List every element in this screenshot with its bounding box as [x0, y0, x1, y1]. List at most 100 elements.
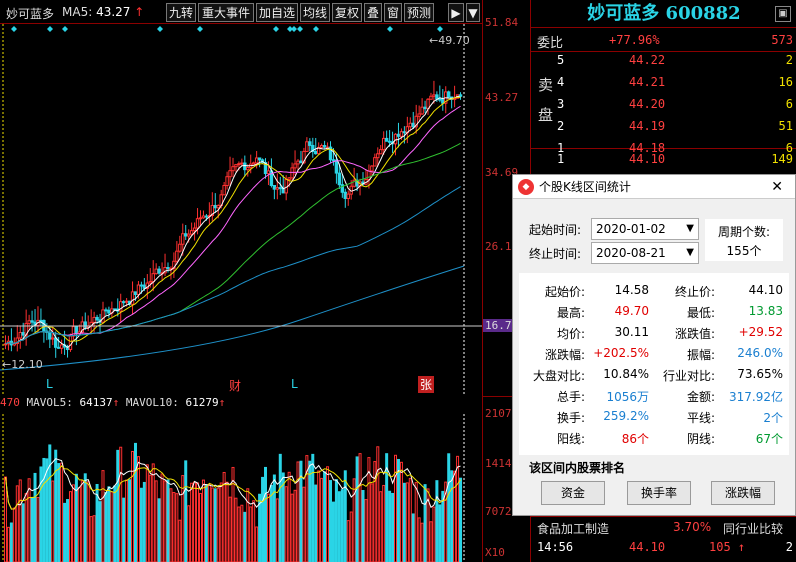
- moving-average-button[interactable]: 均线: [300, 3, 330, 22]
- candle-body: [251, 162, 256, 165]
- tick-count: 2: [785, 540, 793, 554]
- panel-toggle-icon[interactable]: ▣: [775, 6, 791, 22]
- volume-bar: [98, 501, 102, 562]
- volume-bar: [48, 444, 52, 562]
- window-button[interactable]: 窗: [384, 3, 402, 22]
- candle-body: [228, 170, 232, 178]
- rank-change-button[interactable]: 涨跌幅: [711, 481, 775, 505]
- candle-body: [296, 160, 300, 165]
- volume-bar: [261, 476, 265, 562]
- volume-bar: [272, 474, 276, 562]
- candle-body: [30, 320, 34, 323]
- candlestick-chart[interactable]: [0, 24, 482, 396]
- volume-bar: [337, 491, 341, 562]
- volume-bar: [54, 449, 58, 562]
- jiuzhuan-button[interactable]: 九转: [166, 3, 196, 22]
- forecast-button[interactable]: 预测: [404, 3, 434, 22]
- volume-bar: [101, 470, 105, 562]
- quote-title: 妙可蓝多 600882: [531, 0, 796, 28]
- candle-body: [343, 191, 347, 199]
- volume-bar: [355, 456, 359, 562]
- stat-value: 10.84%: [603, 367, 649, 381]
- candle-body: [435, 94, 439, 100]
- candle-body: [272, 184, 277, 190]
- candle-body: [198, 217, 203, 220]
- volume-bar: [160, 473, 164, 562]
- volume-bar: [340, 489, 344, 562]
- volume-bar: [450, 470, 454, 562]
- event-mark-l1[interactable]: L: [46, 377, 53, 391]
- volume-bar: [432, 506, 436, 562]
- add-watchlist-button[interactable]: 加自选: [256, 3, 298, 22]
- candle-body: [379, 149, 383, 155]
- volume-bar: [388, 490, 392, 562]
- chevron-down-icon: ▼: [686, 247, 694, 258]
- candle-body: [246, 166, 250, 171]
- dialog-titlebar[interactable]: ◆ 个股K线区间统计 ✕: [513, 175, 795, 199]
- event-mark-financial[interactable]: 财: [229, 377, 241, 394]
- volume-bar: [441, 490, 445, 562]
- volume-bar: [266, 493, 270, 562]
- major-events-button[interactable]: 重大事件: [198, 3, 254, 22]
- end-time-select[interactable]: 2020-08-21 ▼: [591, 242, 699, 264]
- candle-body: [257, 157, 262, 161]
- event-diamond-icon: [387, 26, 393, 32]
- chevron-down-icon: ▼: [686, 223, 694, 234]
- candle-body: [157, 268, 161, 274]
- ask-level: 4: [557, 75, 565, 89]
- volume-bar: [89, 516, 93, 562]
- volume-bar: [346, 520, 350, 562]
- volume-bar: [423, 484, 427, 562]
- overlay-button[interactable]: 叠: [364, 3, 382, 22]
- play-icon[interactable]: ▶: [448, 3, 464, 22]
- industry-compare-link[interactable]: 同行业比较: [723, 520, 783, 537]
- volume-bar: [435, 480, 439, 562]
- volume-bar: [6, 526, 10, 562]
- volume-bar: [187, 505, 191, 562]
- volume-bar: [331, 501, 335, 562]
- candle-body: [381, 137, 386, 151]
- up-arrow-icon: ↑: [134, 5, 145, 19]
- start-time-select[interactable]: 2020-01-02 ▼: [591, 218, 699, 240]
- stat-value: 67个: [755, 432, 783, 446]
- tick-row: 14:56 44.10 105 ↑ 2: [531, 538, 796, 560]
- close-icon[interactable]: ✕: [771, 175, 783, 199]
- volume-bar: [3, 476, 7, 562]
- menu-down-icon[interactable]: ▼: [466, 3, 480, 22]
- industry-name[interactable]: 食品加工制造: [537, 520, 609, 537]
- volume-bar: [92, 515, 96, 562]
- ask-price: 44.22: [629, 53, 666, 67]
- volume-bar: [204, 484, 208, 562]
- volume-bar: [302, 486, 306, 562]
- volume-bar: [80, 480, 84, 562]
- volume-bar: [453, 470, 457, 562]
- volume-bar: [190, 482, 194, 562]
- rank-turnover-button[interactable]: 换手率: [627, 481, 691, 505]
- candle-body: [447, 91, 451, 98]
- volume-bar: [193, 481, 197, 562]
- candle-body: [231, 166, 235, 172]
- volume-bar: [113, 485, 117, 562]
- adjust-button[interactable]: 复权: [332, 3, 362, 22]
- volume-bar: [411, 513, 415, 562]
- volume-bar: [86, 481, 90, 562]
- stat-label: 终止价:: [674, 285, 715, 299]
- volume-bar: [293, 489, 297, 562]
- event-mark-limit-up[interactable]: 张: [418, 376, 435, 393]
- volume-bar: [402, 482, 406, 562]
- chart-toolbar: 妙可蓝多 MA5: 43.27 ↑ 九转 重大事件 加自选 均线 复权 叠 窗 …: [0, 0, 482, 24]
- period-count-box: 周期个数: 155个: [705, 219, 783, 261]
- stat-value: 14.58: [614, 283, 649, 297]
- volume-bar: [429, 521, 433, 562]
- volume-bar: [213, 488, 217, 562]
- volume-bar: [317, 470, 321, 562]
- candle-body: [411, 122, 415, 128]
- volume-bar: [225, 481, 229, 562]
- candle-body: [204, 215, 209, 218]
- volume-chart[interactable]: [0, 396, 482, 562]
- stat-label: 振幅:: [686, 348, 715, 362]
- event-mark-l2[interactable]: L: [291, 377, 298, 391]
- volume-bar: [51, 480, 55, 562]
- rank-funds-button[interactable]: 资金: [541, 481, 605, 505]
- ask-vol: 6: [785, 97, 793, 111]
